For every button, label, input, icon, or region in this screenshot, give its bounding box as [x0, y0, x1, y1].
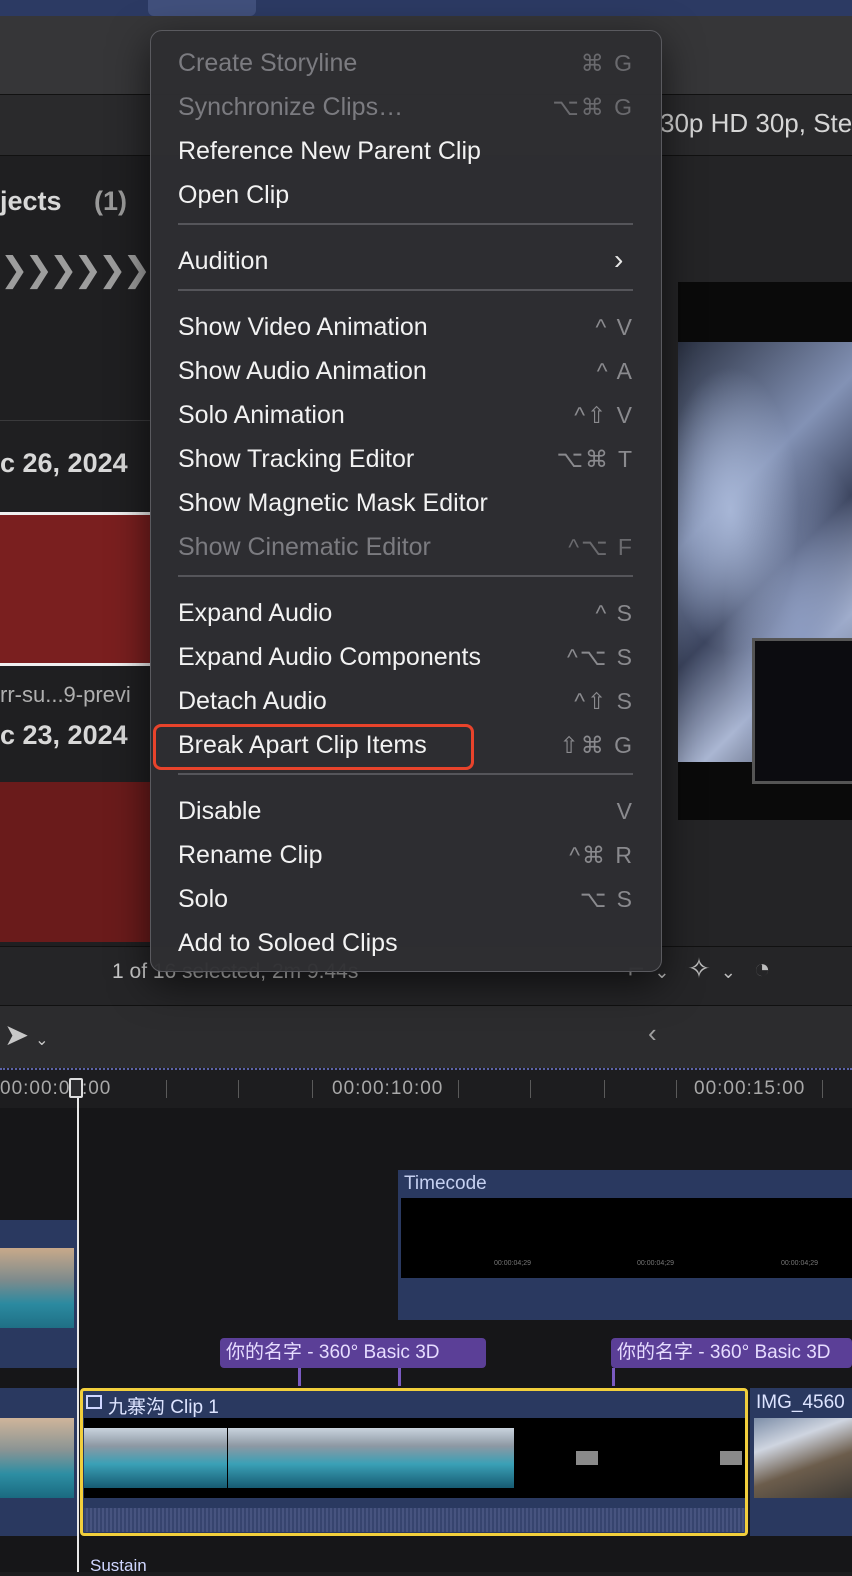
menu-shortcut: ^⇧ V: [574, 402, 634, 428]
chevron-down-icon[interactable]: ⌄: [721, 962, 736, 982]
menu-item-create-storyline: Create Storyline: [178, 49, 358, 77]
ruler-tick: [822, 1080, 823, 1098]
app-menu-bar: [0, 0, 852, 16]
speed-gauge-icon[interactable]: ◔: [754, 953, 771, 984]
chevron-down-icon[interactable]: ⌄: [35, 1032, 48, 1049]
menu-item-detach-audio[interactable]: Detach Audio: [178, 687, 327, 716]
clip-filmstrip: [0, 1248, 74, 1328]
chevron-left-icon[interactable]: ‹: [648, 1018, 657, 1049]
ruler-tick: [676, 1080, 677, 1098]
timecode-frame-readout: 00:00:04;29: [637, 1260, 674, 1267]
menu-shortcut: ^ A: [596, 358, 634, 384]
menu-shortcut: ⌥ S: [579, 886, 634, 912]
menu-clip-active[interactable]: [148, 0, 256, 16]
chevron-right-icon: ›: [614, 244, 624, 275]
timecode-frame-readout: 00:00:04;29: [781, 1260, 818, 1267]
clip-filmstrip: [754, 1418, 852, 1498]
ruler-tick: [530, 1080, 531, 1098]
menu-separator: [178, 289, 633, 291]
menu-item-add-to-soloed-clips[interactable]: Add to Soloed Clips: [178, 929, 398, 958]
menu-item-show-cinematic-editor: Show Cinematic Editor: [178, 533, 431, 561]
menu-shortcut: ^ S: [595, 600, 634, 626]
timecode-frame-readout: 00:00:04;29: [494, 1260, 531, 1267]
compound-clip-icon: [86, 1395, 102, 1409]
connection-line: [298, 1368, 301, 1386]
ruler-timecode: 00:00:05:00: [0, 1078, 112, 1099]
title-clip[interactable]: 你的名字 - 360° Basic 3D: [220, 1338, 486, 1368]
ruler-tick: [458, 1080, 459, 1098]
timeline-toolbar: [0, 1006, 852, 1068]
menu-item-rename-clip[interactable]: Rename Clip: [178, 841, 323, 870]
viewer-canvas[interactable]: [678, 282, 852, 820]
menu-shortcut: ⌥⌘ G: [552, 94, 634, 120]
ruler-timecode: 00:00:10:00: [332, 1078, 444, 1099]
menu-separator: [178, 773, 633, 775]
clip-thumbnail-selected[interactable]: [0, 512, 150, 666]
annotation-highlight: [153, 724, 474, 770]
menu-item-expand-audio[interactable]: Expand Audio: [178, 599, 332, 628]
ruler-tick: [238, 1080, 239, 1098]
filmstrip-frame: [84, 1428, 227, 1488]
magic-wand-icon[interactable]: ✧: [687, 953, 710, 984]
connection-line: [398, 1368, 401, 1386]
menu-shortcut: ⌥⌘ T: [556, 446, 634, 472]
menu-item-disable[interactable]: Disable: [178, 797, 261, 826]
ruler-timecode: 00:00:15:00: [694, 1078, 806, 1099]
menu-item-open-clip[interactable]: Open Clip: [178, 181, 289, 210]
playhead[interactable]: [77, 1078, 79, 1572]
title-clip[interactable]: 你的名字 - 360° Basic 3D: [611, 1338, 852, 1368]
browser-divider: [0, 420, 150, 421]
menu-item-solo[interactable]: Solo: [178, 885, 228, 914]
menu-shortcut: ^⇧ S: [574, 688, 634, 714]
ruler-tick: [166, 1080, 167, 1098]
menu-item-synchronize-clips: Synchronize Clips…: [178, 93, 404, 121]
menu-item-show-magnetic-mask-editor[interactable]: Show Magnetic Mask Editor: [178, 489, 488, 518]
clip-label: IMG_4560: [756, 1392, 845, 1413]
clip-filmstrip: [0, 1418, 74, 1498]
menu-shortcut: ^⌘ R: [569, 842, 634, 868]
clip-thumbnail[interactable]: [0, 782, 150, 942]
playhead-handle[interactable]: [69, 1078, 83, 1098]
date-group-heading-2: c 23, 2024: [0, 720, 128, 750]
ruler-tick: [312, 1080, 313, 1098]
menu-item-show-tracking-editor[interactable]: Show Tracking Editor: [178, 445, 414, 474]
menu-separator: [178, 223, 633, 225]
viewer-format-label: 30p HD 30p, Ste: [660, 108, 852, 138]
menu-shortcut: ^⌥ F: [568, 534, 634, 560]
menu-shortcut: ⌘ G: [580, 50, 634, 76]
projects-heading: jects: [0, 186, 62, 216]
filmstrip-frame: [576, 1451, 598, 1465]
projects-count: (1): [94, 186, 127, 216]
clip-name-caption: rr-su...9-previ: [0, 682, 131, 707]
arrow-pointer-icon[interactable]: ➤ ⌄: [4, 1018, 49, 1053]
menu-item-show-video-animation[interactable]: Show Video Animation: [178, 313, 428, 342]
ruler-tick: [604, 1080, 605, 1098]
audio-lane-label: Sustain: [90, 1556, 147, 1575]
menu-shortcut: ^ V: [595, 314, 634, 340]
filmstrip-frame: [720, 1451, 742, 1465]
menu-item-solo-animation[interactable]: Solo Animation: [178, 401, 345, 430]
connection-line: [612, 1368, 615, 1386]
date-group-heading-1: c 26, 2024: [0, 448, 128, 478]
menu-item-expand-audio-components[interactable]: Expand Audio Components: [178, 643, 481, 672]
menu-separator: [178, 575, 633, 577]
menu-shortcut: ^⌥ S: [566, 644, 634, 670]
project-filmstrip-icon[interactable]: ❯❯❯❯❯❯: [0, 250, 151, 290]
menu-item-show-audio-animation[interactable]: Show Audio Animation: [178, 357, 427, 386]
compound-clip-label: 九寨沟 Clip 1: [108, 1397, 219, 1418]
menu-shortcut: V: [616, 798, 634, 824]
menu-item-reference-new-parent-clip[interactable]: Reference New Parent Clip: [178, 137, 481, 166]
viewer-title-graphic: [752, 638, 852, 784]
audio-waveform: [84, 1508, 745, 1532]
timecode-clip-label: Timecode: [404, 1173, 487, 1194]
menu-shortcut: ⇧⌘ G: [559, 732, 634, 758]
filmstrip-frame: [228, 1428, 371, 1488]
filmstrip-frame: [371, 1428, 514, 1488]
menu-item-audition[interactable]: Audition: [178, 247, 268, 276]
